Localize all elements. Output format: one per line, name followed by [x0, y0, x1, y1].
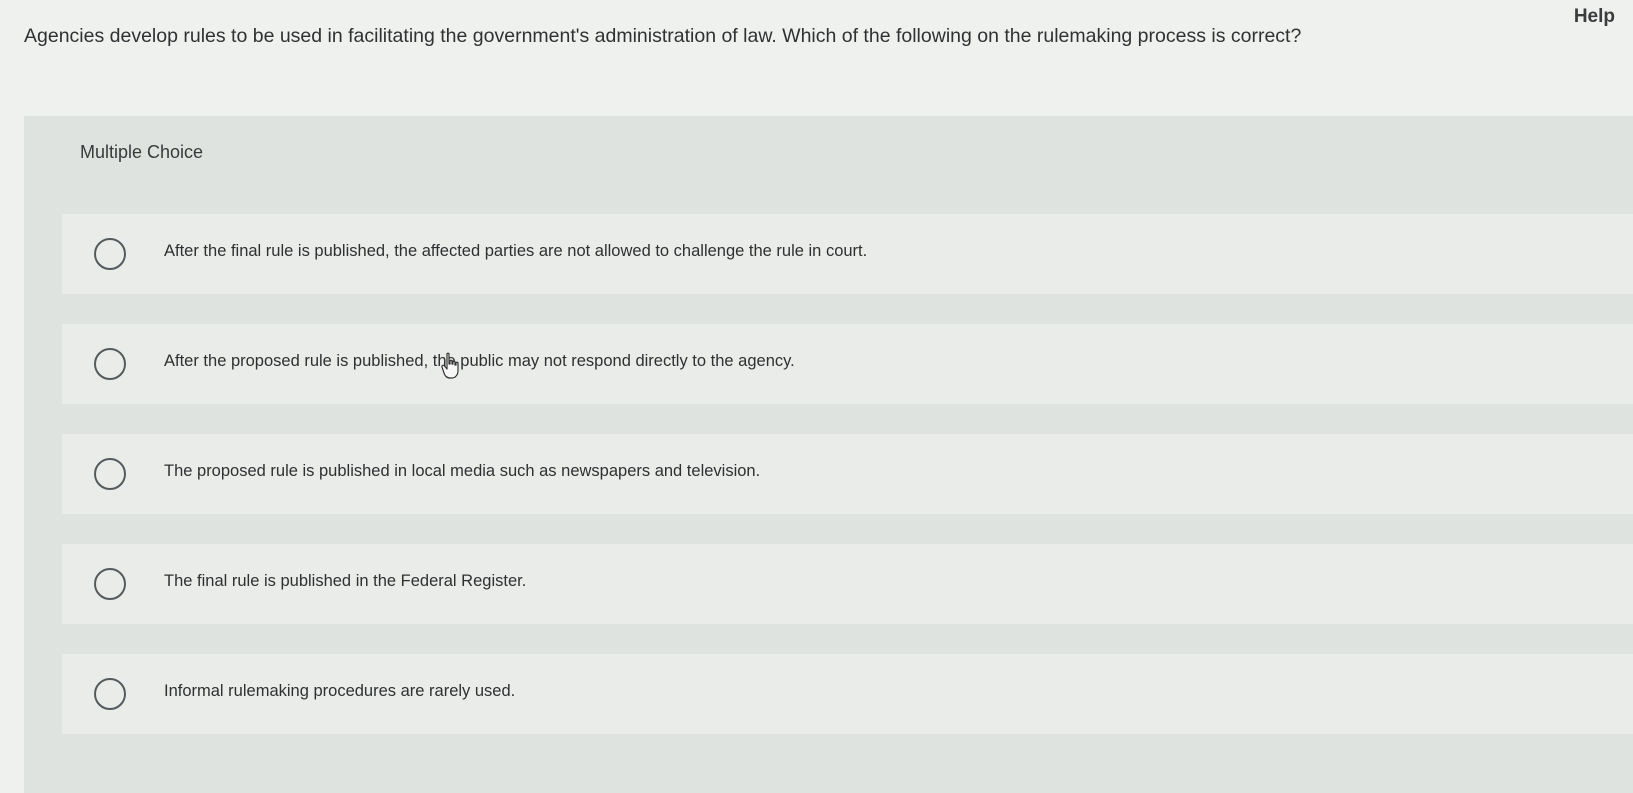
pointer-hand-cursor-icon: [441, 352, 459, 379]
answer-option-label: Informal rulemaking procedures are rarel…: [164, 682, 516, 700]
radio-button-icon[interactable]: [94, 568, 126, 600]
radio-button-icon[interactable]: [94, 458, 126, 490]
answer-option-label: The proposed rule is published in local …: [164, 462, 761, 480]
radio-button-icon[interactable]: [94, 238, 126, 270]
answer-option-label: After the proposed rule is published, th…: [164, 352, 795, 370]
answer-option-label: The final rule is published in the Feder…: [164, 572, 527, 590]
multiple-choice-title: Multiple Choice: [80, 142, 204, 162]
question-text: Agencies develop rules to be used in fac…: [24, 25, 1302, 47]
options-list: After the final rule is published, the a…: [62, 214, 1633, 764]
answer-option-3[interactable]: The proposed rule is published in local …: [62, 434, 1633, 514]
answer-option-5[interactable]: Informal rulemaking procedures are rarel…: [62, 654, 1633, 734]
answer-option-2[interactable]: After the proposed rule is published, th…: [62, 324, 1633, 404]
multiple-choice-panel: Multiple Choice After the final rule is …: [24, 116, 1633, 793]
radio-button-icon[interactable]: [94, 678, 126, 710]
radio-button-icon[interactable]: [94, 348, 126, 380]
answer-option-label: After the final rule is published, the a…: [164, 242, 868, 260]
answer-option-4[interactable]: The final rule is published in the Feder…: [62, 544, 1633, 624]
answer-option-1[interactable]: After the final rule is published, the a…: [62, 214, 1633, 294]
